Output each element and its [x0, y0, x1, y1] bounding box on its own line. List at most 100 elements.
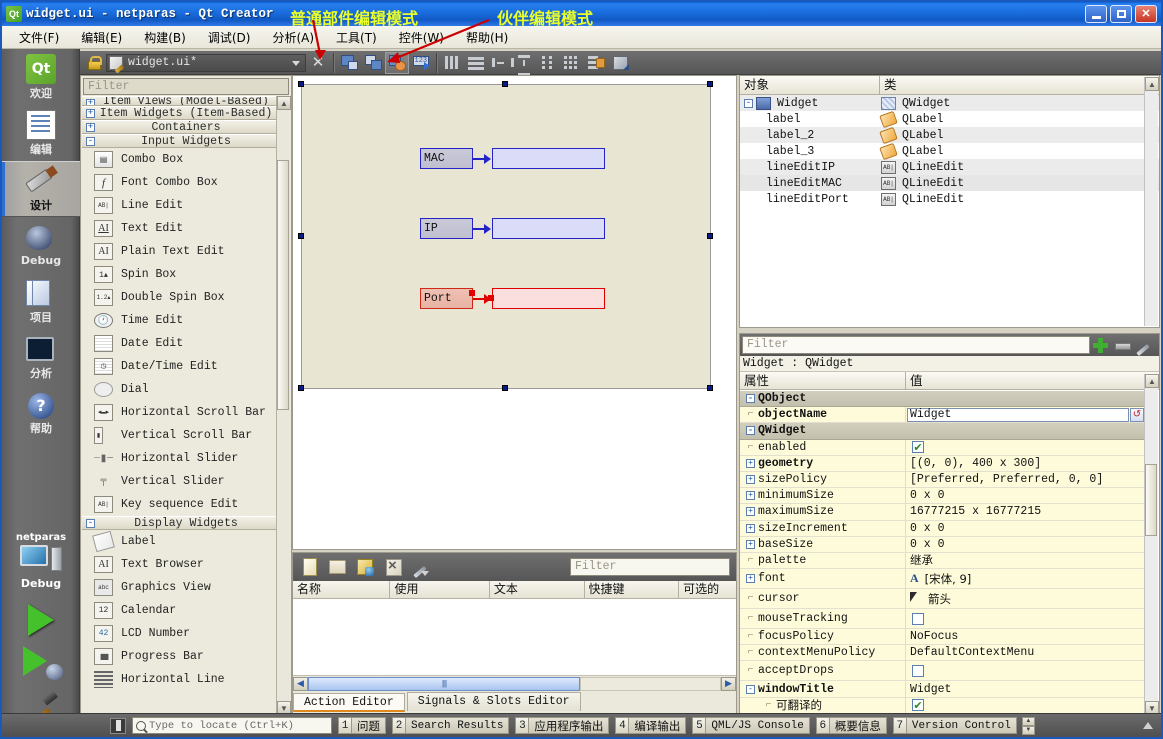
output-pane-compile-output[interactable]: 4 编译输出: [615, 717, 687, 734]
layout-v-splitter-button[interactable]: [512, 52, 536, 76]
widget-item-vertical-slider[interactable]: ╤ Vertical Slider: [82, 470, 290, 493]
expander-icon[interactable]: +: [746, 507, 755, 517]
buddy-pair-port[interactable]: Port: [420, 288, 605, 309]
property-value[interactable]: [宋体, 9]: [925, 571, 972, 587]
adjust-size-button[interactable]: [608, 52, 632, 74]
property-row-sizeincrement[interactable]: + sizeIncrement 0 x 0: [740, 520, 1144, 537]
mode-design[interactable]: 设计: [2, 161, 80, 217]
object-row-lineedit-ip[interactable]: lineEditIP AB| QLineEdit: [740, 159, 1159, 175]
expander-icon[interactable]: -: [746, 394, 755, 404]
edit-buddies-mode-button[interactable]: [385, 51, 409, 74]
scroll-thumb[interactable]: [1145, 464, 1157, 536]
toggle-sidebar-button[interactable]: [110, 717, 126, 734]
widget-item-text-edit[interactable]: AI Text Edit: [82, 217, 290, 240]
menu-debug[interactable]: 调试(D): [197, 27, 262, 48]
enabled-checkbox[interactable]: ✔: [912, 441, 924, 454]
resize-handle-w[interactable]: [298, 233, 304, 239]
widget-item-double-spin-box[interactable]: 1.2▴ Double Spin Box: [82, 286, 290, 309]
expander-icon[interactable]: +: [746, 458, 755, 468]
pane-spinner[interactable]: ▲ ▼: [1021, 716, 1035, 735]
menu-edit[interactable]: 编辑(E): [70, 27, 133, 48]
property-row-contextmenupolicy[interactable]: ⌐ contextMenuPolicy DefaultContextMenu: [740, 645, 1144, 662]
run-icon[interactable]: [28, 604, 54, 636]
expander-icon[interactable]: +: [746, 539, 755, 549]
scroll-left-icon[interactable]: ◀: [293, 676, 308, 691]
form-label-port[interactable]: Port: [420, 288, 473, 309]
layout-vertically-button[interactable]: [464, 52, 488, 74]
expander-icon[interactable]: +: [86, 109, 95, 118]
output-pane-version-control[interactable]: 7 Version Control: [892, 717, 1017, 734]
widget-item-vertical-scroll-bar[interactable]: ▮ Vertical Scroll Bar: [82, 424, 290, 447]
property-row-objectname[interactable]: ⌐ objectName Widget ↺: [740, 407, 1144, 424]
property-row-maximumsize[interactable]: + maximumSize 16777215 x 16777215: [740, 504, 1144, 521]
property-group-qobject[interactable]: - QObject: [740, 391, 1144, 408]
layout-in-form-button[interactable]: [536, 52, 560, 74]
column-class[interactable]: 类: [880, 76, 1142, 94]
unlock-icon[interactable]: [86, 55, 102, 70]
form-label-ip[interactable]: IP: [420, 218, 473, 239]
output-pane-application-output[interactable]: 3 应用程序输出: [515, 717, 610, 734]
menu-analyze[interactable]: 分析(A): [261, 27, 325, 48]
expand-output-icon[interactable]: [1143, 722, 1153, 729]
maximize-button[interactable]: [1110, 5, 1132, 23]
property-value[interactable]: 16777215 x 16777215: [906, 504, 1144, 519]
widget-category-item-views[interactable]: + Item Views (Model-Based): [82, 96, 290, 106]
column-text[interactable]: 文本: [490, 581, 585, 598]
new-document-icon[interactable]: [299, 557, 319, 577]
widget-item-spin-box[interactable]: 1▴ Spin Box: [82, 263, 290, 286]
widget-item-combo-box[interactable]: ▤ Combo Box: [82, 148, 290, 171]
widget-category-input-widgets[interactable]: - Input Widgets: [82, 134, 290, 148]
object-row-label-2[interactable]: label_2 QLabel: [740, 126, 1159, 144]
column-shortcut[interactable]: 快捷键: [585, 581, 680, 598]
layout-horizontally-button[interactable]: [440, 52, 464, 74]
property-value[interactable]: NoFocus: [906, 629, 1144, 644]
layout-h-splitter-button[interactable]: [488, 52, 514, 74]
property-row-palette[interactable]: ⌐ palette 继承: [740, 552, 1144, 570]
widget-item-progress-bar[interactable]: ▮▮▮ Progress Bar: [82, 645, 290, 668]
output-pane-issues[interactable]: 1 问题: [338, 717, 386, 734]
widget-item-graphics-view[interactable]: abc Graphics View: [82, 576, 290, 599]
wrench-icon[interactable]: [411, 557, 431, 577]
form-widget[interactable]: MAC IP Port: [301, 84, 711, 389]
property-value[interactable]: 继承: [906, 553, 1144, 568]
widget-category-item-widgets[interactable]: + Item Widgets (Item-Based): [82, 106, 290, 120]
expander-icon[interactable]: +: [746, 491, 755, 501]
property-row-cursor[interactable]: ⌐ cursor 箭头: [740, 589, 1144, 610]
acceptdrops-checkbox[interactable]: ✔: [912, 664, 924, 677]
expander-icon[interactable]: +: [746, 475, 755, 485]
widget-category-containers[interactable]: + Containers: [82, 120, 290, 134]
remove-property-icon[interactable]: [1112, 335, 1132, 355]
edit-action-icon[interactable]: [355, 557, 375, 577]
close-editor-button[interactable]: ✕: [306, 52, 330, 74]
property-group-qwidget[interactable]: - QWidget: [740, 423, 1144, 440]
widget-item-font-combo-box[interactable]: f Font Combo Box: [82, 171, 290, 194]
edit-widgets-mode-button[interactable]: [337, 52, 361, 74]
property-value[interactable]: 0 x 0: [906, 537, 1144, 552]
property-row-windowtitle[interactable]: - windowTitle Widget: [740, 681, 1144, 698]
widget-item-key-sequence-edit[interactable]: AB| Key sequence Edit: [82, 493, 290, 516]
column-name[interactable]: 名称: [293, 581, 391, 598]
expander-icon[interactable]: +: [746, 523, 755, 533]
mode-edit[interactable]: 编辑: [2, 105, 80, 161]
property-row-mousetracking[interactable]: ⌐ mouseTracking ✔: [740, 609, 1144, 630]
expander-icon[interactable]: -: [744, 98, 753, 108]
menu-tools[interactable]: 工具(T): [325, 27, 388, 48]
scroll-up-icon[interactable]: ▲: [1145, 77, 1159, 91]
object-row-label-3[interactable]: label_3 QLabel: [740, 142, 1159, 160]
edit-tab-order-mode-button[interactable]: [409, 52, 433, 74]
menu-build[interactable]: 构建(B): [133, 27, 197, 48]
object-row-label[interactable]: label QLabel: [740, 110, 1159, 128]
buddy-pair-mac[interactable]: MAC: [420, 148, 605, 169]
scroll-track[interactable]: [580, 676, 721, 691]
property-row-sizepolicy[interactable]: + sizePolicy [Preferred, Preferred, 0, 0…: [740, 471, 1144, 489]
expander-icon[interactable]: +: [746, 574, 755, 584]
resize-handle-e[interactable]: [707, 233, 713, 239]
delete-action-icon[interactable]: [383, 557, 403, 577]
action-editor-hscrollbar[interactable]: ◀ |||| ▶: [293, 675, 736, 691]
property-row-focuspolicy[interactable]: ⌐ focusPolicy NoFocus: [740, 629, 1144, 646]
form-canvas[interactable]: MAC IP Port: [292, 75, 737, 550]
menu-help[interactable]: 帮助(H): [455, 27, 519, 48]
column-value[interactable]: 值: [906, 372, 1159, 389]
object-row-lineedit-mac[interactable]: lineEditMAC AB| QLineEdit: [740, 175, 1159, 191]
layout-in-grid-button[interactable]: [560, 52, 584, 74]
